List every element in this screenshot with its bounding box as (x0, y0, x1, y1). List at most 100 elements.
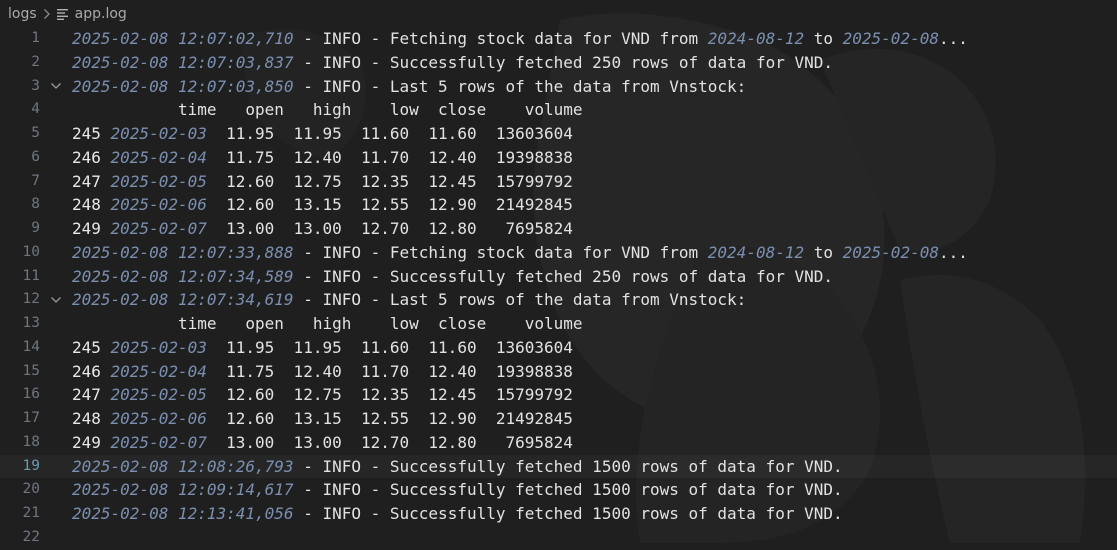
breadcrumb-folder[interactable]: logs (8, 6, 37, 22)
line-content: 246 2025-02-04 11.75 12.40 11.70 12.40 1… (72, 146, 573, 170)
breadcrumb: logs app.log (0, 0, 1117, 28)
line-number: 12 (22, 291, 40, 308)
code-line[interactable]: 10 2025-02-08 12:07:33,888 - INFO - Fetch… (0, 241, 1117, 265)
line-number: 1 (31, 30, 40, 46)
code-line[interactable]: 1 2025-02-08 12:07:02,710 - INFO - Fetchi… (0, 27, 1117, 51)
line-content: 2025-02-08 12:07:34,589 - INFO - Success… (72, 265, 833, 289)
log-text: - INFO - Successfully fetched 250 rows o… (293, 266, 833, 286)
row-index: 249 (72, 219, 111, 238)
breadcrumb-file[interactable]: app.log (75, 6, 127, 22)
code-line[interactable]: 16 247 2025-02-05 12.60 12.75 12.35 12.45… (0, 383, 1117, 407)
line-number: 14 (22, 338, 40, 355)
line-content: 2025-02-08 12:13:41,056 - INFO - Success… (72, 502, 843, 526)
date-token: 2025-02-03 (110, 337, 207, 357)
log-text: - INFO - Successfully fetched 1500 rows … (293, 456, 843, 476)
log-text: 11.75 12.40 11.70 12.40 19398838 (206, 147, 573, 167)
row-index: 247 (72, 385, 111, 405)
line-content: 2025-02-08 12:07:03,837 - INFO - Success… (72, 51, 833, 75)
line-number: 8 (31, 196, 40, 213)
log-text: time open high low close volume (72, 100, 583, 120)
line-number: 15 (22, 362, 40, 379)
code-line[interactable]: 21 2025-02-08 12:13:41,056 - INFO - Succe… (0, 502, 1117, 526)
log-text: 11.75 12.40 11.70 12.40 19398838 (206, 361, 573, 381)
code-line[interactable]: 12 2025-02-08 12:07:34,619 - INFO - Last … (0, 288, 1117, 312)
timestamp: 2025-02-08 12:07:03,837 (72, 52, 294, 72)
log-text: - INFO - Successfully fetched 1500 rows … (293, 504, 843, 523)
date-token: 2025-02-06 (110, 195, 207, 215)
timestamp: 2025-02-08 12:07:34,619 (72, 290, 294, 310)
code-line[interactable]: 9 249 2025-02-07 13.00 13.00 12.70 12.80 … (0, 217, 1117, 241)
timestamp: 2025-02-08 12:13:41,056 (72, 504, 294, 523)
line-number: 20 (22, 481, 40, 498)
line-number: 9 (31, 220, 40, 236)
code-editor[interactable]: 1 2025-02-08 12:07:02,710 - INFO - Fetchi… (0, 27, 1117, 545)
fold-chevron-icon[interactable] (40, 82, 72, 90)
chevron-right-icon (43, 8, 51, 20)
code-line[interactable]: 6 246 2025-02-04 11.75 12.40 11.70 12.40 … (0, 146, 1117, 170)
code-line[interactable]: 14 245 2025-02-03 11.95 11.95 11.60 11.60… (0, 336, 1117, 360)
row-index: 245 (72, 337, 111, 357)
row-index: 246 (72, 147, 111, 167)
timestamp: 2025-02-08 12:07:03,850 (72, 76, 294, 96)
line-number: 13 (22, 315, 40, 331)
code-line[interactable]: 7 247 2025-02-05 12.60 12.75 12.35 12.45 … (0, 170, 1117, 194)
timestamp: 2025-02-08 12:07:34,589 (72, 266, 294, 286)
line-number: 4 (31, 101, 40, 118)
code-line[interactable]: 17 248 2025-02-06 12.60 13.15 12.55 12.90… (0, 407, 1117, 431)
code-line[interactable]: 15 246 2025-02-04 11.75 12.40 11.70 12.40… (0, 360, 1117, 384)
line-number: 5 (31, 125, 40, 141)
log-text: 11.95 11.95 11.60 11.60 13603604 (206, 337, 573, 357)
line-content: 2025-02-08 12:09:14,617 - INFO - Success… (72, 478, 843, 502)
code-line[interactable]: 13 time open high low close volume (0, 312, 1117, 336)
line-content: 247 2025-02-05 12.60 12.75 12.35 12.45 1… (72, 170, 573, 194)
line-content: 245 2025-02-03 11.95 11.95 11.60 11.60 1… (72, 336, 573, 360)
code-line[interactable]: 2 2025-02-08 12:07:03,837 - INFO - Succes… (0, 51, 1117, 75)
row-index: 248 (72, 409, 111, 428)
log-text: 12.60 12.75 12.35 12.45 15799792 (206, 171, 573, 191)
fold-chevron-icon[interactable] (40, 296, 72, 304)
log-text: ... (938, 242, 968, 262)
code-line[interactable]: 5 245 2025-02-03 11.95 11.95 11.60 11.60 … (0, 122, 1117, 146)
row-index: 249 (72, 432, 111, 452)
log-text: 12.60 12.75 12.35 12.45 15799792 (206, 385, 573, 405)
code-line[interactable]: 4 time open high low close volume (0, 98, 1117, 122)
date-token: 2025-02-04 (110, 361, 207, 381)
line-number: 17 (22, 410, 40, 426)
log-text: to (804, 242, 843, 262)
line-number: 21 (22, 505, 40, 521)
row-index: 246 (72, 361, 111, 381)
code-line[interactable]: 3 2025-02-08 12:07:03,850 - INFO - Last 5… (0, 75, 1117, 99)
log-text: to (804, 29, 843, 48)
line-content: 245 2025-02-03 11.95 11.95 11.60 11.60 1… (72, 122, 573, 146)
date-token: 2025-02-08 (842, 29, 939, 48)
log-text: - INFO - Last 5 rows of the data from Vn… (293, 76, 747, 96)
date-token: 2025-02-07 (110, 219, 207, 238)
code-line[interactable]: 20 2025-02-08 12:09:14,617 - INFO - Succe… (0, 478, 1117, 502)
code-line[interactable]: 19 2025-02-08 12:08:26,793 - INFO - Succe… (0, 455, 1117, 479)
timestamp: 2025-02-08 12:09:14,617 (72, 480, 294, 500)
log-text: ... (938, 29, 968, 48)
date-token: 2025-02-03 (110, 124, 207, 143)
line-number: 18 (22, 433, 40, 450)
line-content: 2025-02-08 12:07:34,619 - INFO - Last 5 … (72, 288, 746, 312)
line-number: 7 (31, 172, 40, 189)
line-content: 246 2025-02-04 11.75 12.40 11.70 12.40 1… (72, 360, 573, 384)
date-token: 2024-08-12 (707, 29, 805, 48)
timestamp: 2025-02-08 12:07:02,710 (72, 29, 294, 48)
line-number: 3 (31, 77, 40, 94)
line-content: 249 2025-02-07 13.00 13.00 12.70 12.80 7… (72, 431, 573, 455)
log-text: 13.00 13.00 12.70 12.80 7695824 (206, 219, 573, 238)
code-line[interactable]: 11 2025-02-08 12:07:34,589 - INFO - Succe… (0, 265, 1117, 289)
code-line[interactable]: 22 (0, 526, 1117, 550)
code-line[interactable]: 18 249 2025-02-07 13.00 13.00 12.70 12.80… (0, 431, 1117, 455)
log-text: 13.00 13.00 12.70 12.80 7695824 (206, 432, 573, 452)
log-text: 12.60 13.15 12.55 12.90 21492845 (206, 195, 573, 215)
line-number: 10 (22, 243, 40, 260)
code-line[interactable]: 8 248 2025-02-06 12.60 13.15 12.55 12.90 … (0, 193, 1117, 217)
line-content: 2025-02-08 12:07:03,850 - INFO - Last 5 … (72, 75, 746, 99)
log-text: 12.60 13.15 12.55 12.90 21492845 (206, 409, 573, 428)
line-content: 2025-02-08 12:08:26,793 - INFO - Success… (72, 455, 843, 479)
line-content: 2025-02-08 12:07:02,710 - INFO - Fetchin… (72, 27, 968, 51)
date-token: 2024-08-12 (707, 242, 805, 262)
line-content: time open high low close volume (72, 312, 583, 336)
